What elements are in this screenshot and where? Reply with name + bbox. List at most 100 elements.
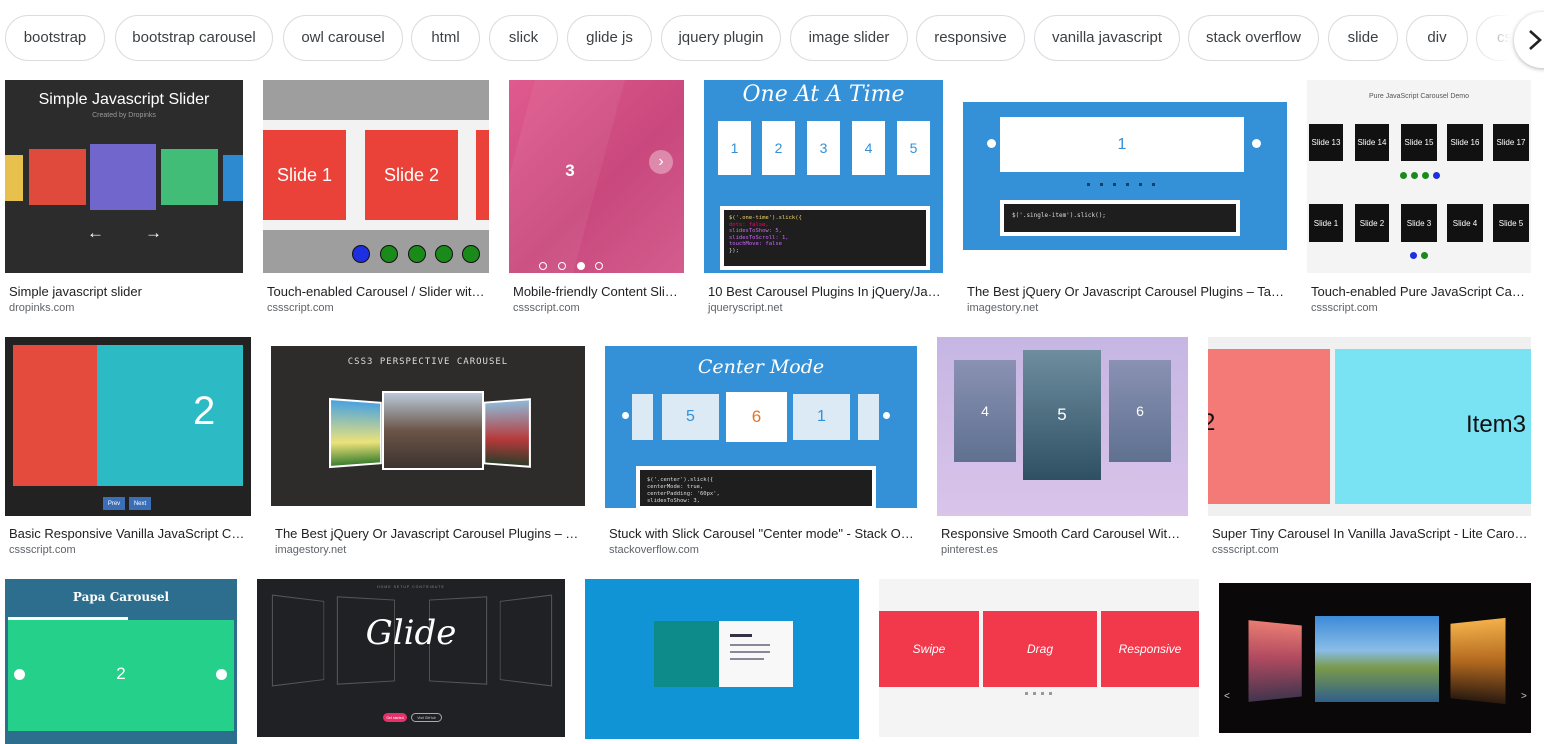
thumb-heading: Pure JavaScript Carousel Demo xyxy=(1369,93,1469,100)
result-thumbnail[interactable]: < > xyxy=(1219,583,1531,733)
slide-label: Slide 3 xyxy=(1406,218,1432,228)
result-title[interactable]: Basic Responsive Vanilla JavaScript Caro… xyxy=(9,526,249,541)
prev-button: Prev xyxy=(103,497,125,510)
thumb-top-bar xyxy=(263,80,489,120)
result-title[interactable]: Super Tiny Carousel In Vanilla JavaScrip… xyxy=(1212,526,1529,541)
result-source[interactable]: jqueryscript.net xyxy=(708,302,783,314)
slide-card xyxy=(29,149,86,205)
chip-glide-js[interactable]: glide js xyxy=(567,15,652,61)
dot xyxy=(1411,172,1418,179)
result-thumbnail[interactable]: Pure JavaScript Carousel Demo Slide 13 S… xyxy=(1307,80,1531,273)
slide-card xyxy=(1208,349,1330,504)
dot xyxy=(1400,172,1407,179)
dot xyxy=(380,245,398,263)
result-title[interactable]: The Best jQuery Or Javascript Carousel P… xyxy=(967,284,1285,299)
chip-slick[interactable]: slick xyxy=(489,15,558,61)
result-source[interactable]: cssscript.com xyxy=(267,302,334,314)
slide-card: Slide 15 xyxy=(1401,124,1437,161)
chip-owl-carousel[interactable]: owl carousel xyxy=(283,15,403,61)
result-thumbnail[interactable]: Swipe Drag Responsive xyxy=(879,579,1199,737)
slide-card xyxy=(97,345,243,486)
chip-responsive[interactable]: responsive xyxy=(916,15,1025,61)
slide-label: 3 xyxy=(819,140,828,156)
result-title[interactable]: 10 Best Carousel Plugins In jQuery/Java.… xyxy=(708,284,941,299)
thumb-heading: Center Mode xyxy=(697,356,825,378)
result-thumbnail[interactable]: HOME SETUP CONTRIBUTE Glide Get started … xyxy=(257,579,565,737)
result-thumbnail[interactable]: CSS3 PERSPECTIVE CAROUSEL xyxy=(271,346,585,506)
result-thumbnail[interactable]: Center Mode 5 6 1 $('.center').slick({ c… xyxy=(605,346,917,508)
prev-label: Prev xyxy=(107,500,121,507)
thumb-nav: HOME SETUP CONTRIBUTE xyxy=(377,585,445,589)
result-source[interactable]: cssscript.com xyxy=(9,544,76,556)
slide-card: Slide 4 xyxy=(1447,204,1483,242)
chip-stack-overflow[interactable]: stack overflow xyxy=(1188,15,1319,61)
text-line xyxy=(730,658,764,660)
chip-slide[interactable]: slide xyxy=(1328,15,1398,61)
code-line: slidesToShow: 3, xyxy=(647,498,700,504)
result-source[interactable]: dropinks.com xyxy=(9,302,74,314)
chip-image-slider[interactable]: image slider xyxy=(790,15,908,61)
chip-bootstrap[interactable]: bootstrap xyxy=(5,15,105,61)
photo-card xyxy=(1315,616,1439,702)
result-thumbnail[interactable]: 3 › xyxy=(509,80,684,273)
result-source[interactable]: cssscript.com xyxy=(1212,544,1279,556)
dot xyxy=(1422,172,1429,179)
slide-label: 4 xyxy=(981,403,989,419)
result-source[interactable]: cssscript.com xyxy=(513,302,580,314)
next-arrow-icon xyxy=(1252,139,1261,148)
next-button: Next xyxy=(129,497,151,510)
chip-html[interactable]: html xyxy=(411,15,480,61)
code-block: $('.one-time').slick({ dots: false, slid… xyxy=(720,206,930,270)
slide-label: 1 xyxy=(817,408,826,425)
result-thumbnail[interactable]: 2 Item3 xyxy=(1208,337,1531,516)
slide-label: Item3 xyxy=(1466,411,1527,438)
slide-label: 2 xyxy=(1208,409,1216,436)
slide-card: 1 xyxy=(793,394,850,440)
thumb-subheading: Created by Dropinks xyxy=(92,112,156,119)
result-thumbnail[interactable]: One At A Time 1 2 3 4 5 $('.one-time').s… xyxy=(704,80,943,273)
slide-card: Slide 2 xyxy=(1355,204,1389,242)
result-thumbnail[interactable]: Simple Javascript Slider Created by Drop… xyxy=(5,80,243,273)
result-source[interactable]: cssscript.com xyxy=(1311,302,1378,314)
result-thumbnail[interactable]: 4 5 6 xyxy=(937,337,1188,516)
code-line: $('.single-item').slick(); xyxy=(1012,212,1106,219)
next-arrow-icon: > xyxy=(1521,691,1527,702)
next-arrow-icon xyxy=(216,669,227,680)
result-title[interactable]: Stuck with Slick Carousel "Center mode" … xyxy=(609,526,915,541)
slide-label: Slide 4 xyxy=(1452,218,1478,228)
chip-bootstrap-carousel[interactable]: bootstrap carousel xyxy=(115,15,273,61)
slide-card xyxy=(858,394,879,440)
chip-div[interactable]: div xyxy=(1406,15,1468,61)
slide-card: Slide 1 xyxy=(263,130,346,220)
result-thumbnail[interactable] xyxy=(585,579,859,739)
slide-card xyxy=(90,144,156,210)
slide-card: Slide 17 xyxy=(1493,124,1529,161)
result-thumbnail[interactable]: 2 Prev Next xyxy=(5,337,251,516)
chip-jquery-plugin[interactable]: jquery plugin xyxy=(661,15,781,61)
prev-arrow-icon xyxy=(622,412,629,419)
result-title[interactable]: Simple javascript slider xyxy=(9,284,241,299)
result-source[interactable]: imagestory.net xyxy=(275,544,346,556)
result-thumbnail[interactable]: Slide 1 Slide 2 xyxy=(263,80,489,273)
dot xyxy=(435,245,453,263)
chip-vanilla-javascript[interactable]: vanilla javascript xyxy=(1034,15,1180,61)
result-title[interactable]: Touch-enabled Carousel / Slider with ... xyxy=(267,284,487,299)
result-title[interactable]: Responsive Smooth Card Carousel With jQ.… xyxy=(941,526,1186,541)
result-source[interactable]: pinterest.es xyxy=(941,544,998,556)
slide-label: 5 xyxy=(909,140,918,156)
slide-card xyxy=(632,394,653,440)
result-thumbnail[interactable]: Papa Carousel 2 xyxy=(5,579,237,744)
result-title[interactable]: Touch-enabled Pure JavaScript Carou... xyxy=(1311,284,1529,299)
slide-card: 1 xyxy=(1000,117,1244,172)
dot xyxy=(595,262,603,270)
slide-label: 6 xyxy=(751,407,762,426)
slide-label: 4 xyxy=(864,140,873,156)
result-source[interactable]: stackoverflow.com xyxy=(609,544,699,556)
result-title[interactable]: Mobile-friendly Content Slid... xyxy=(513,284,682,299)
result-source[interactable]: imagestory.net xyxy=(967,302,1038,314)
slide-label: Slide 5 xyxy=(1498,218,1524,228)
slide-card: 6 xyxy=(1109,360,1171,462)
result-title[interactable]: The Best jQuery Or Javascript Carousel P… xyxy=(275,526,583,541)
photo-card xyxy=(1248,620,1302,702)
result-thumbnail[interactable]: 1 $('.single-item').slick(); xyxy=(963,80,1287,273)
